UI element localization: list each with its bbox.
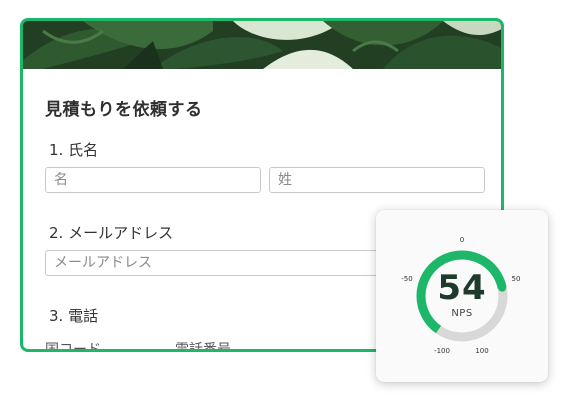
tick-label-minus-50: -50 — [401, 275, 413, 283]
tick-label-0: 0 — [459, 236, 465, 244]
question-label-email: 2. メールアドレス — [49, 224, 174, 242]
nps-gauge-card: 54 NPS 0 50 100 -100 -50 — [376, 210, 548, 382]
question-label-name: 1. 氏名 — [49, 141, 99, 159]
nps-score: 54 — [437, 268, 487, 308]
tick-label-50: 50 — [511, 275, 521, 283]
nps-unit-label: NPS — [451, 308, 473, 319]
country-code-label: 国コード — [45, 342, 101, 352]
first-name-field[interactable]: 名 — [45, 167, 261, 193]
phone-number-label: 電話番号 — [175, 342, 231, 352]
form-title: 見積もりを依頼する — [45, 100, 203, 120]
last-name-field[interactable]: 姓 — [269, 167, 485, 193]
tick-label-100: 100 — [475, 347, 489, 355]
question-label-phone: 3. 電話 — [49, 307, 99, 325]
tick-label-minus-100: -100 — [434, 347, 450, 355]
leaf-banner-image — [23, 21, 501, 69]
